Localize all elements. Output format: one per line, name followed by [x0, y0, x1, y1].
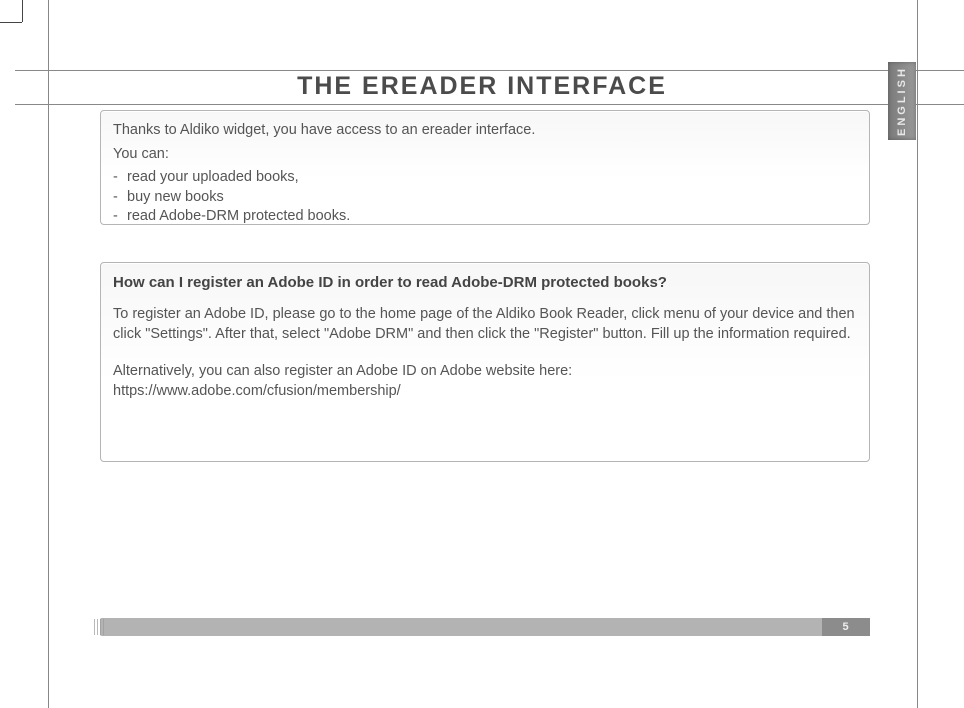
- intro-line-1: Thanks to Aldiko widget, you have access…: [113, 121, 857, 141]
- faq-card: How can I register an Adobe ID in order …: [100, 262, 870, 462]
- intro-bullets: read your uploaded books, buy new books …: [113, 168, 857, 227]
- bullet-item: read Adobe-DRM protected books.: [113, 207, 857, 227]
- intro-line-2: You can:: [113, 145, 857, 165]
- page-title: THE EREADER INTERFACE: [0, 72, 964, 101]
- faq-heading: How can I register an Adobe ID in order …: [113, 273, 857, 293]
- rule-below-title: [15, 104, 964, 105]
- faq-para-1: To register an Adobe ID, please go to th…: [113, 305, 857, 344]
- footer-bar: 5: [100, 618, 870, 636]
- rule-above-title: [15, 70, 964, 71]
- crop-mark-left: [0, 22, 22, 23]
- spacer: [113, 348, 857, 358]
- page-number: 5: [822, 618, 870, 636]
- crop-mark-top: [22, 0, 23, 22]
- bullet-item: read your uploaded books,: [113, 168, 857, 188]
- language-tab: ENGLISH: [888, 62, 916, 140]
- crop-mark-bottom: [48, 688, 49, 708]
- faq-para-2: Alternatively, you can also register an …: [113, 362, 857, 401]
- intro-card: Thanks to Aldiko widget, you have access…: [100, 110, 870, 225]
- bullet-item: buy new books: [113, 188, 857, 208]
